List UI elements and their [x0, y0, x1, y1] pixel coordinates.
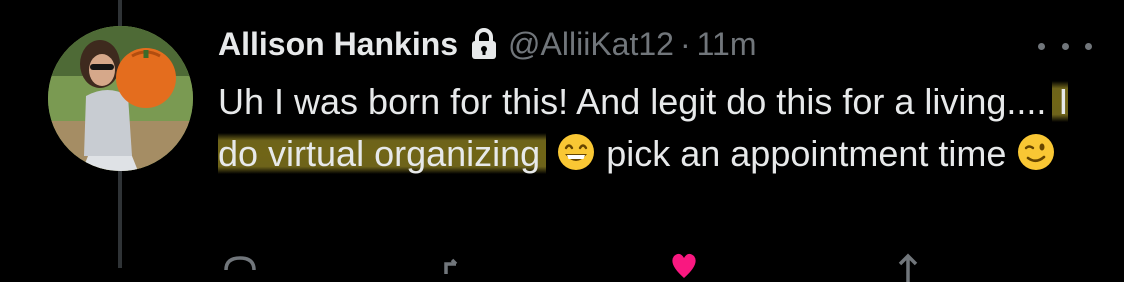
- lock-icon: [472, 28, 497, 59]
- tweet[interactable]: Allison Hankins @AlliiKat12 · 11m Uh I w…: [218, 20, 1098, 180]
- reply-icon[interactable]: [220, 252, 260, 282]
- tweet-text-part1: Uh I was born for this! And legit do thi…: [218, 81, 1057, 122]
- tweet-text-part2: pick an appointment time: [596, 133, 1007, 174]
- tweet-actions: [218, 252, 1098, 282]
- author-handle[interactable]: @AlliiKat12: [508, 20, 674, 68]
- winking-face-emoji-icon: [1018, 134, 1055, 170]
- avatar-photo: [48, 26, 193, 171]
- tweet-text: Uh I was born for this! And legit do thi…: [218, 76, 1098, 180]
- separator-dot: ·: [679, 26, 691, 62]
- timestamp[interactable]: 11m: [697, 20, 757, 68]
- more-options-icon[interactable]: [1038, 30, 1092, 62]
- retweet-icon[interactable]: [440, 252, 480, 282]
- author-name[interactable]: Allison Hankins: [218, 20, 458, 68]
- avatar[interactable]: [48, 26, 193, 171]
- grinning-face-emoji-icon: [558, 134, 595, 170]
- tweet-header: Allison Hankins @AlliiKat12 · 11m: [218, 20, 1098, 68]
- share-icon[interactable]: [888, 252, 928, 282]
- heart-icon[interactable]: [664, 252, 704, 282]
